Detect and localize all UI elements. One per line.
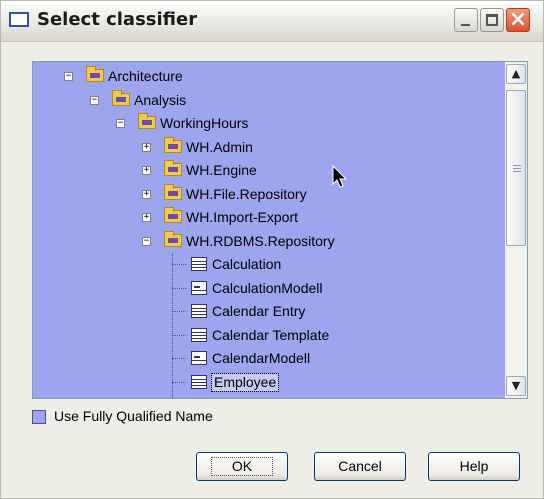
collapse-icon[interactable]: −: [116, 119, 125, 128]
package-folder-icon: [164, 230, 182, 247]
expand-icon[interactable]: +: [142, 189, 151, 199]
tree-node-label: WH.Admin: [186, 138, 253, 155]
tree-node-label: CalculationModell: [212, 279, 323, 296]
fully-qualified-label: Use Fully Qualified Name: [54, 408, 213, 424]
title-bar[interactable]: Select classifier ×: [1, 1, 543, 42]
ok-button[interactable]: OK: [196, 452, 288, 481]
minimize-icon: [461, 24, 470, 26]
tree-node-label: Architecture: [108, 68, 183, 84]
thumb-grip: [513, 171, 521, 172]
tree-connector: [172, 358, 186, 359]
window-icon: [9, 12, 29, 27]
tree-connector: [172, 381, 186, 383]
entity-class-icon: [191, 374, 207, 389]
scroll-thumb[interactable]: [506, 90, 526, 246]
tree-node-label: Analysis: [134, 91, 187, 108]
expand-icon[interactable]: +: [142, 213, 151, 222]
tree-node-label: EmployeeModell: [212, 397, 316, 398]
package-folder-icon: [164, 160, 182, 176]
maximize-icon: [486, 14, 498, 26]
collapse-icon[interactable]: −: [64, 72, 73, 81]
tree-node[interactable]: − WH.RDBMS.Repository: [33, 230, 503, 254]
model-class-icon: [191, 280, 207, 295]
package-folder-icon: [164, 207, 182, 223]
collapse-icon[interactable]: −: [90, 95, 99, 105]
package-folder-icon: [164, 183, 182, 200]
scroll-up-button[interactable]: ▲: [506, 64, 526, 84]
tree-node-label: CalendarModell: [212, 350, 311, 366]
package-folder-icon: [138, 113, 156, 129]
vertical-scrollbar[interactable]: ▲ ▼: [505, 62, 527, 398]
tree-node[interactable]: Employee: [33, 371, 503, 395]
tree-connector: [172, 264, 186, 265]
package-folder-icon: [86, 66, 104, 82]
close-icon: ×: [508, 7, 528, 32]
tree-node[interactable]: − Architecture: [33, 65, 503, 89]
tree-connector: [172, 334, 186, 336]
tree-node[interactable]: CalendarModell: [33, 347, 503, 371]
tree-node-label: Employee: [210, 372, 280, 392]
tree-node[interactable]: + WH.File.Repository: [33, 183, 503, 207]
tree-node[interactable]: + WH.Engine: [33, 159, 503, 183]
package-folder-icon: [164, 136, 182, 153]
tree-node-label: Calendar Entry: [212, 303, 306, 319]
ok-label: OK: [210, 457, 274, 476]
thumb-grip: [513, 165, 521, 166]
tree-node[interactable]: EmployeeModell: [33, 394, 503, 399]
tree-node[interactable]: CalculationModell: [33, 277, 503, 301]
minimize-button[interactable]: [454, 8, 478, 32]
tree-node-label: WH.RDBMS.Repository: [186, 232, 335, 249]
tree-node[interactable]: + WH.Admin: [33, 136, 503, 160]
classifier-tree[interactable]: − Architecture − Analysis − WorkingHours + WH.A…: [32, 61, 528, 399]
expand-icon[interactable]: +: [142, 166, 151, 175]
model-class-icon: [191, 398, 207, 399]
collapse-icon[interactable]: −: [142, 236, 151, 246]
tree-node[interactable]: Calendar Entry: [33, 300, 503, 324]
entity-class-icon: [191, 327, 207, 342]
thumb-grip: [513, 168, 521, 169]
package-folder-icon: [112, 89, 130, 106]
expand-icon[interactable]: +: [142, 142, 151, 152]
tree-node[interactable]: − Analysis: [33, 89, 503, 113]
tree-node[interactable]: + WH.Import-Export: [33, 206, 503, 230]
model-class-icon: [191, 351, 207, 365]
tree-node[interactable]: Calculation: [33, 253, 503, 277]
fully-qualified-checkbox[interactable]: [32, 410, 46, 424]
select-classifier-dialog: Select classifier × − Architecture − Analys…: [0, 0, 544, 499]
close-button[interactable]: ×: [506, 7, 530, 32]
tree-connector: [172, 311, 186, 312]
tree-node[interactable]: Calendar Template: [33, 324, 503, 348]
tree-connector: [172, 253, 173, 398]
maximize-button[interactable]: [480, 8, 504, 32]
mouse-cursor-icon: [332, 165, 348, 188]
window-title: Select classifier: [37, 9, 198, 30]
help-button[interactable]: Help: [428, 452, 520, 481]
scroll-down-button[interactable]: ▼: [506, 376, 526, 396]
tree-node-label: WH.Engine: [186, 162, 257, 178]
tree-node[interactable]: − WorkingHours: [33, 112, 503, 136]
tree-node-label: WH.Import-Export: [186, 209, 299, 225]
entity-class-icon: [191, 304, 207, 318]
tree-node-label: WH.File.Repository: [186, 185, 307, 202]
tree-node-label: WorkingHours: [160, 115, 249, 131]
tree-node-label: Calculation: [212, 256, 282, 272]
tree-content: − Architecture − Analysis − WorkingHours + WH.A…: [33, 62, 505, 398]
entity-class-icon: [191, 257, 207, 271]
tree-node-label: Calendar Template: [212, 326, 330, 343]
cancel-button[interactable]: Cancel: [314, 452, 406, 481]
tree-connector: [172, 287, 186, 289]
